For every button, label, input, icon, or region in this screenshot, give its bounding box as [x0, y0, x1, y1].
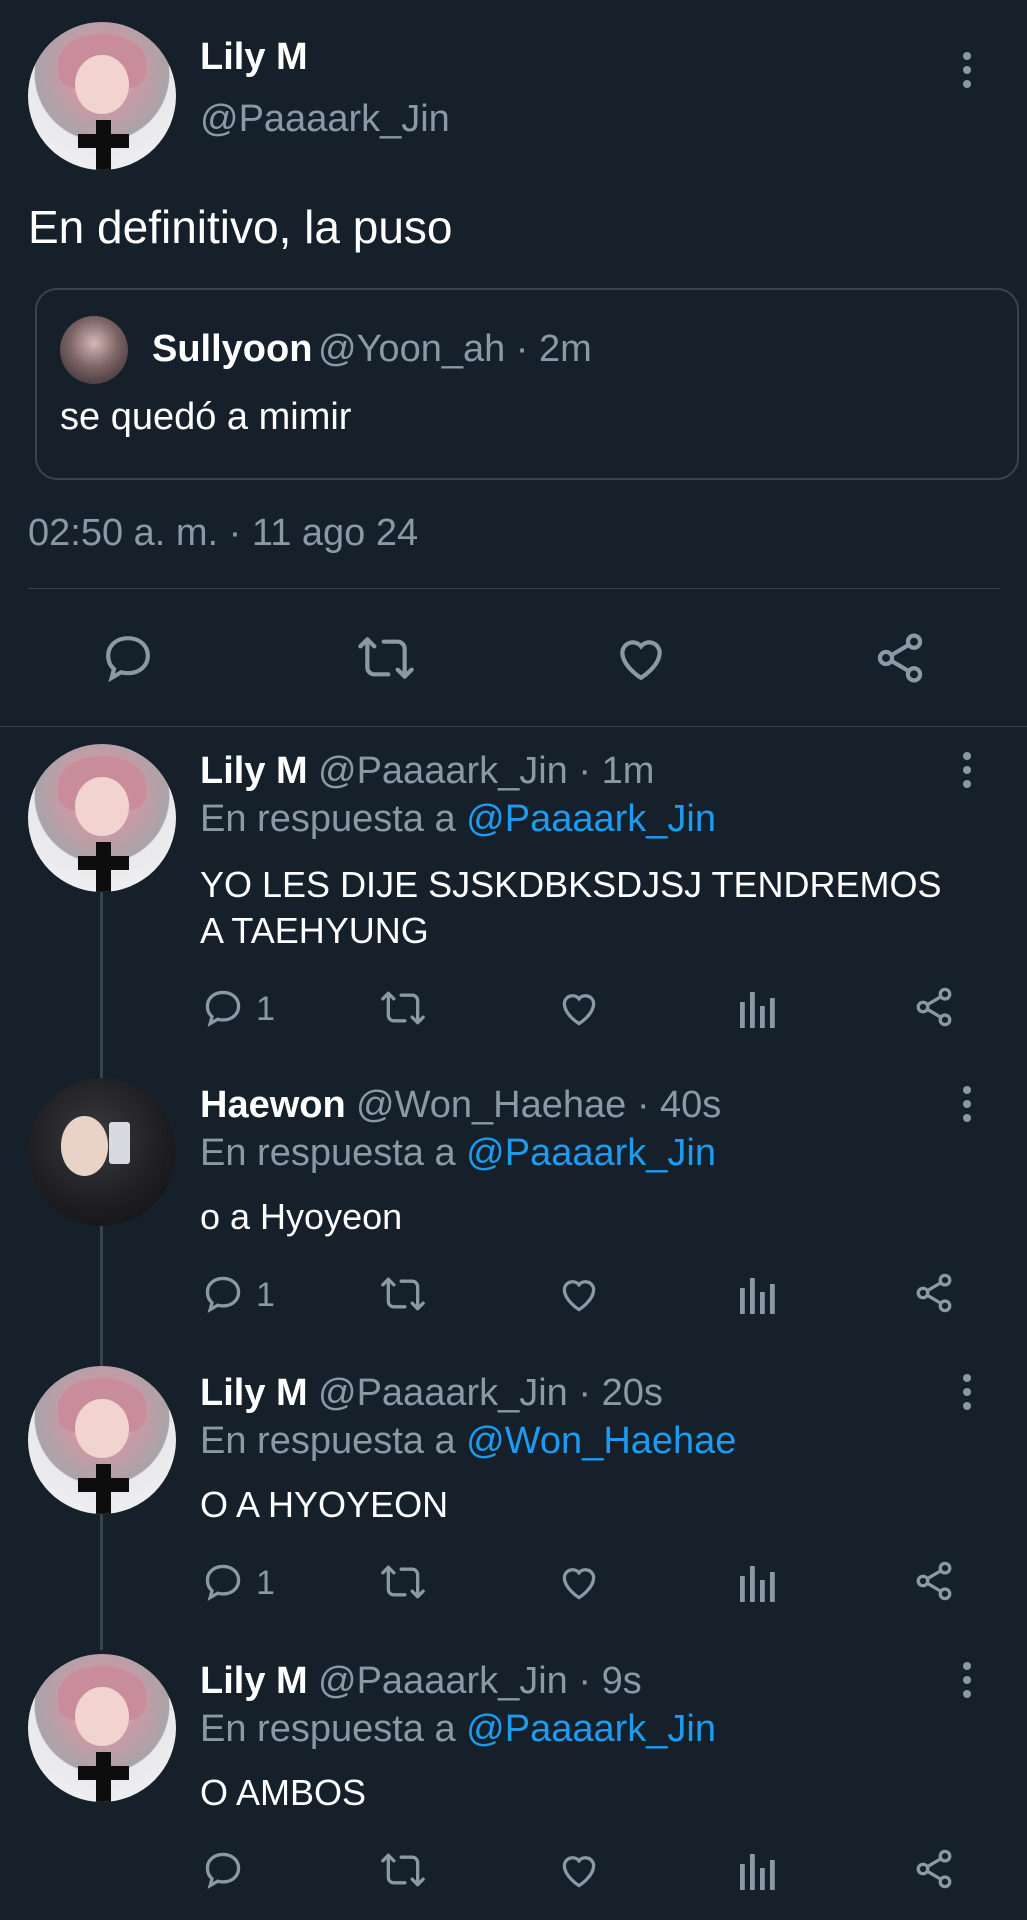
- reply-text: YO LES DIJE SJSKDBKSDJSJ TENDREMOS A TAE…: [200, 862, 942, 954]
- reply-prefix: En respuesta a: [200, 1708, 456, 1750]
- avatar[interactable]: [28, 22, 176, 170]
- analytics-icon[interactable]: [738, 1560, 778, 1604]
- quoted-text: se quedó a mimir: [60, 396, 352, 438]
- more-options-icon[interactable]: [952, 50, 982, 90]
- reply-count: 1: [256, 1564, 275, 1602]
- like-icon[interactable]: [556, 986, 602, 1030]
- reply-text: O A HYOYEON: [200, 1484, 449, 1525]
- reply-author-name[interactable]: Lily M: [200, 750, 308, 793]
- reply-text: O AMBOS: [200, 1772, 367, 1813]
- retweet-icon[interactable]: [378, 1848, 428, 1892]
- retweet-icon[interactable]: [378, 986, 428, 1030]
- share-icon[interactable]: [872, 630, 928, 686]
- retweet-icon[interactable]: [378, 1560, 428, 1604]
- quoted-avatar[interactable]: [60, 316, 128, 384]
- retweet-icon[interactable]: [378, 1272, 428, 1316]
- analytics-icon[interactable]: [738, 1272, 778, 1316]
- reply-icon[interactable]: [200, 1848, 246, 1892]
- reply-prefix: En respuesta a: [200, 1132, 456, 1174]
- like-icon[interactable]: [556, 1848, 602, 1892]
- reply-prefix: En respuesta a: [200, 1420, 456, 1462]
- reply-prefix: En respuesta a: [200, 798, 456, 840]
- share-icon[interactable]: [912, 1558, 956, 1604]
- avatar[interactable]: [28, 1366, 176, 1514]
- reply-handle-time[interactable]: @Paaaark_Jin · 20s: [318, 1372, 663, 1415]
- reply-context: En respuesta a @Paaaark_Jin: [200, 1708, 716, 1751]
- reply-icon[interactable]: [200, 986, 246, 1030]
- analytics-icon[interactable]: [738, 986, 778, 1030]
- reply-text-line: YO LES DIJE SJSKDBKSDJSJ TENDREMOS: [200, 864, 942, 905]
- divider: [28, 588, 1000, 589]
- like-icon[interactable]: [612, 630, 670, 686]
- more-options-icon[interactable]: [952, 750, 982, 790]
- reply-context: En respuesta a @Won_Haehae: [200, 1420, 736, 1463]
- reply-context: En respuesta a @Paaaark_Jin: [200, 1132, 716, 1175]
- reply-icon[interactable]: [100, 630, 156, 686]
- author-handle[interactable]: @Paaaark_Jin: [200, 98, 450, 141]
- more-options-icon[interactable]: [952, 1084, 982, 1124]
- retweet-icon[interactable]: [355, 630, 417, 686]
- reply-handle-time[interactable]: @Paaaark_Jin · 1m: [318, 750, 654, 793]
- tweet-text: En definitivo, la puso: [28, 201, 453, 253]
- share-icon[interactable]: [912, 1270, 956, 1316]
- reply-text-line: A TAEHYUNG: [200, 910, 429, 951]
- avatar[interactable]: [28, 1654, 176, 1802]
- avatar[interactable]: [28, 744, 176, 892]
- analytics-icon[interactable]: [738, 1848, 778, 1892]
- author-name[interactable]: Lily M: [200, 36, 308, 79]
- like-icon[interactable]: [556, 1272, 602, 1316]
- reply-to-link[interactable]: @Paaaark_Jin: [466, 798, 716, 840]
- more-options-icon[interactable]: [952, 1372, 982, 1412]
- reply-handle-time[interactable]: @Won_Haehae · 40s: [356, 1084, 721, 1127]
- divider: [0, 726, 1027, 727]
- reply-to-link[interactable]: @Paaaark_Jin: [466, 1132, 716, 1174]
- reply-to-link[interactable]: @Won_Haehae: [466, 1420, 736, 1462]
- share-icon[interactable]: [912, 1846, 956, 1892]
- reply-to-link[interactable]: @Paaaark_Jin: [466, 1708, 716, 1750]
- thread-line: [100, 890, 103, 1650]
- reply-author-name[interactable]: Lily M: [200, 1660, 308, 1703]
- reply-count: 1: [256, 990, 275, 1028]
- reply-author-name[interactable]: Lily M: [200, 1372, 308, 1415]
- quoted-handle-time[interactable]: @Yoon_ah · 2m: [318, 328, 592, 371]
- reply-handle-time[interactable]: @Paaaark_Jin · 9s: [318, 1660, 642, 1703]
- quoted-author-name[interactable]: Sullyoon: [152, 328, 312, 371]
- reply-count: 1: [256, 1276, 275, 1314]
- reply-icon[interactable]: [200, 1560, 246, 1604]
- quoted-tweet[interactable]: [35, 288, 1019, 480]
- like-icon[interactable]: [556, 1560, 602, 1604]
- reply-context: En respuesta a @Paaaark_Jin: [200, 798, 716, 841]
- reply-icon[interactable]: [200, 1272, 246, 1316]
- tweet-timestamp: 02:50 a. m. · 11 ago 24: [28, 512, 419, 554]
- avatar[interactable]: [28, 1078, 176, 1226]
- reply-author-name[interactable]: Haewon: [200, 1084, 346, 1127]
- reply-text: o a Hyoyeon: [200, 1196, 403, 1237]
- share-icon[interactable]: [912, 984, 956, 1030]
- more-options-icon[interactable]: [952, 1660, 982, 1700]
